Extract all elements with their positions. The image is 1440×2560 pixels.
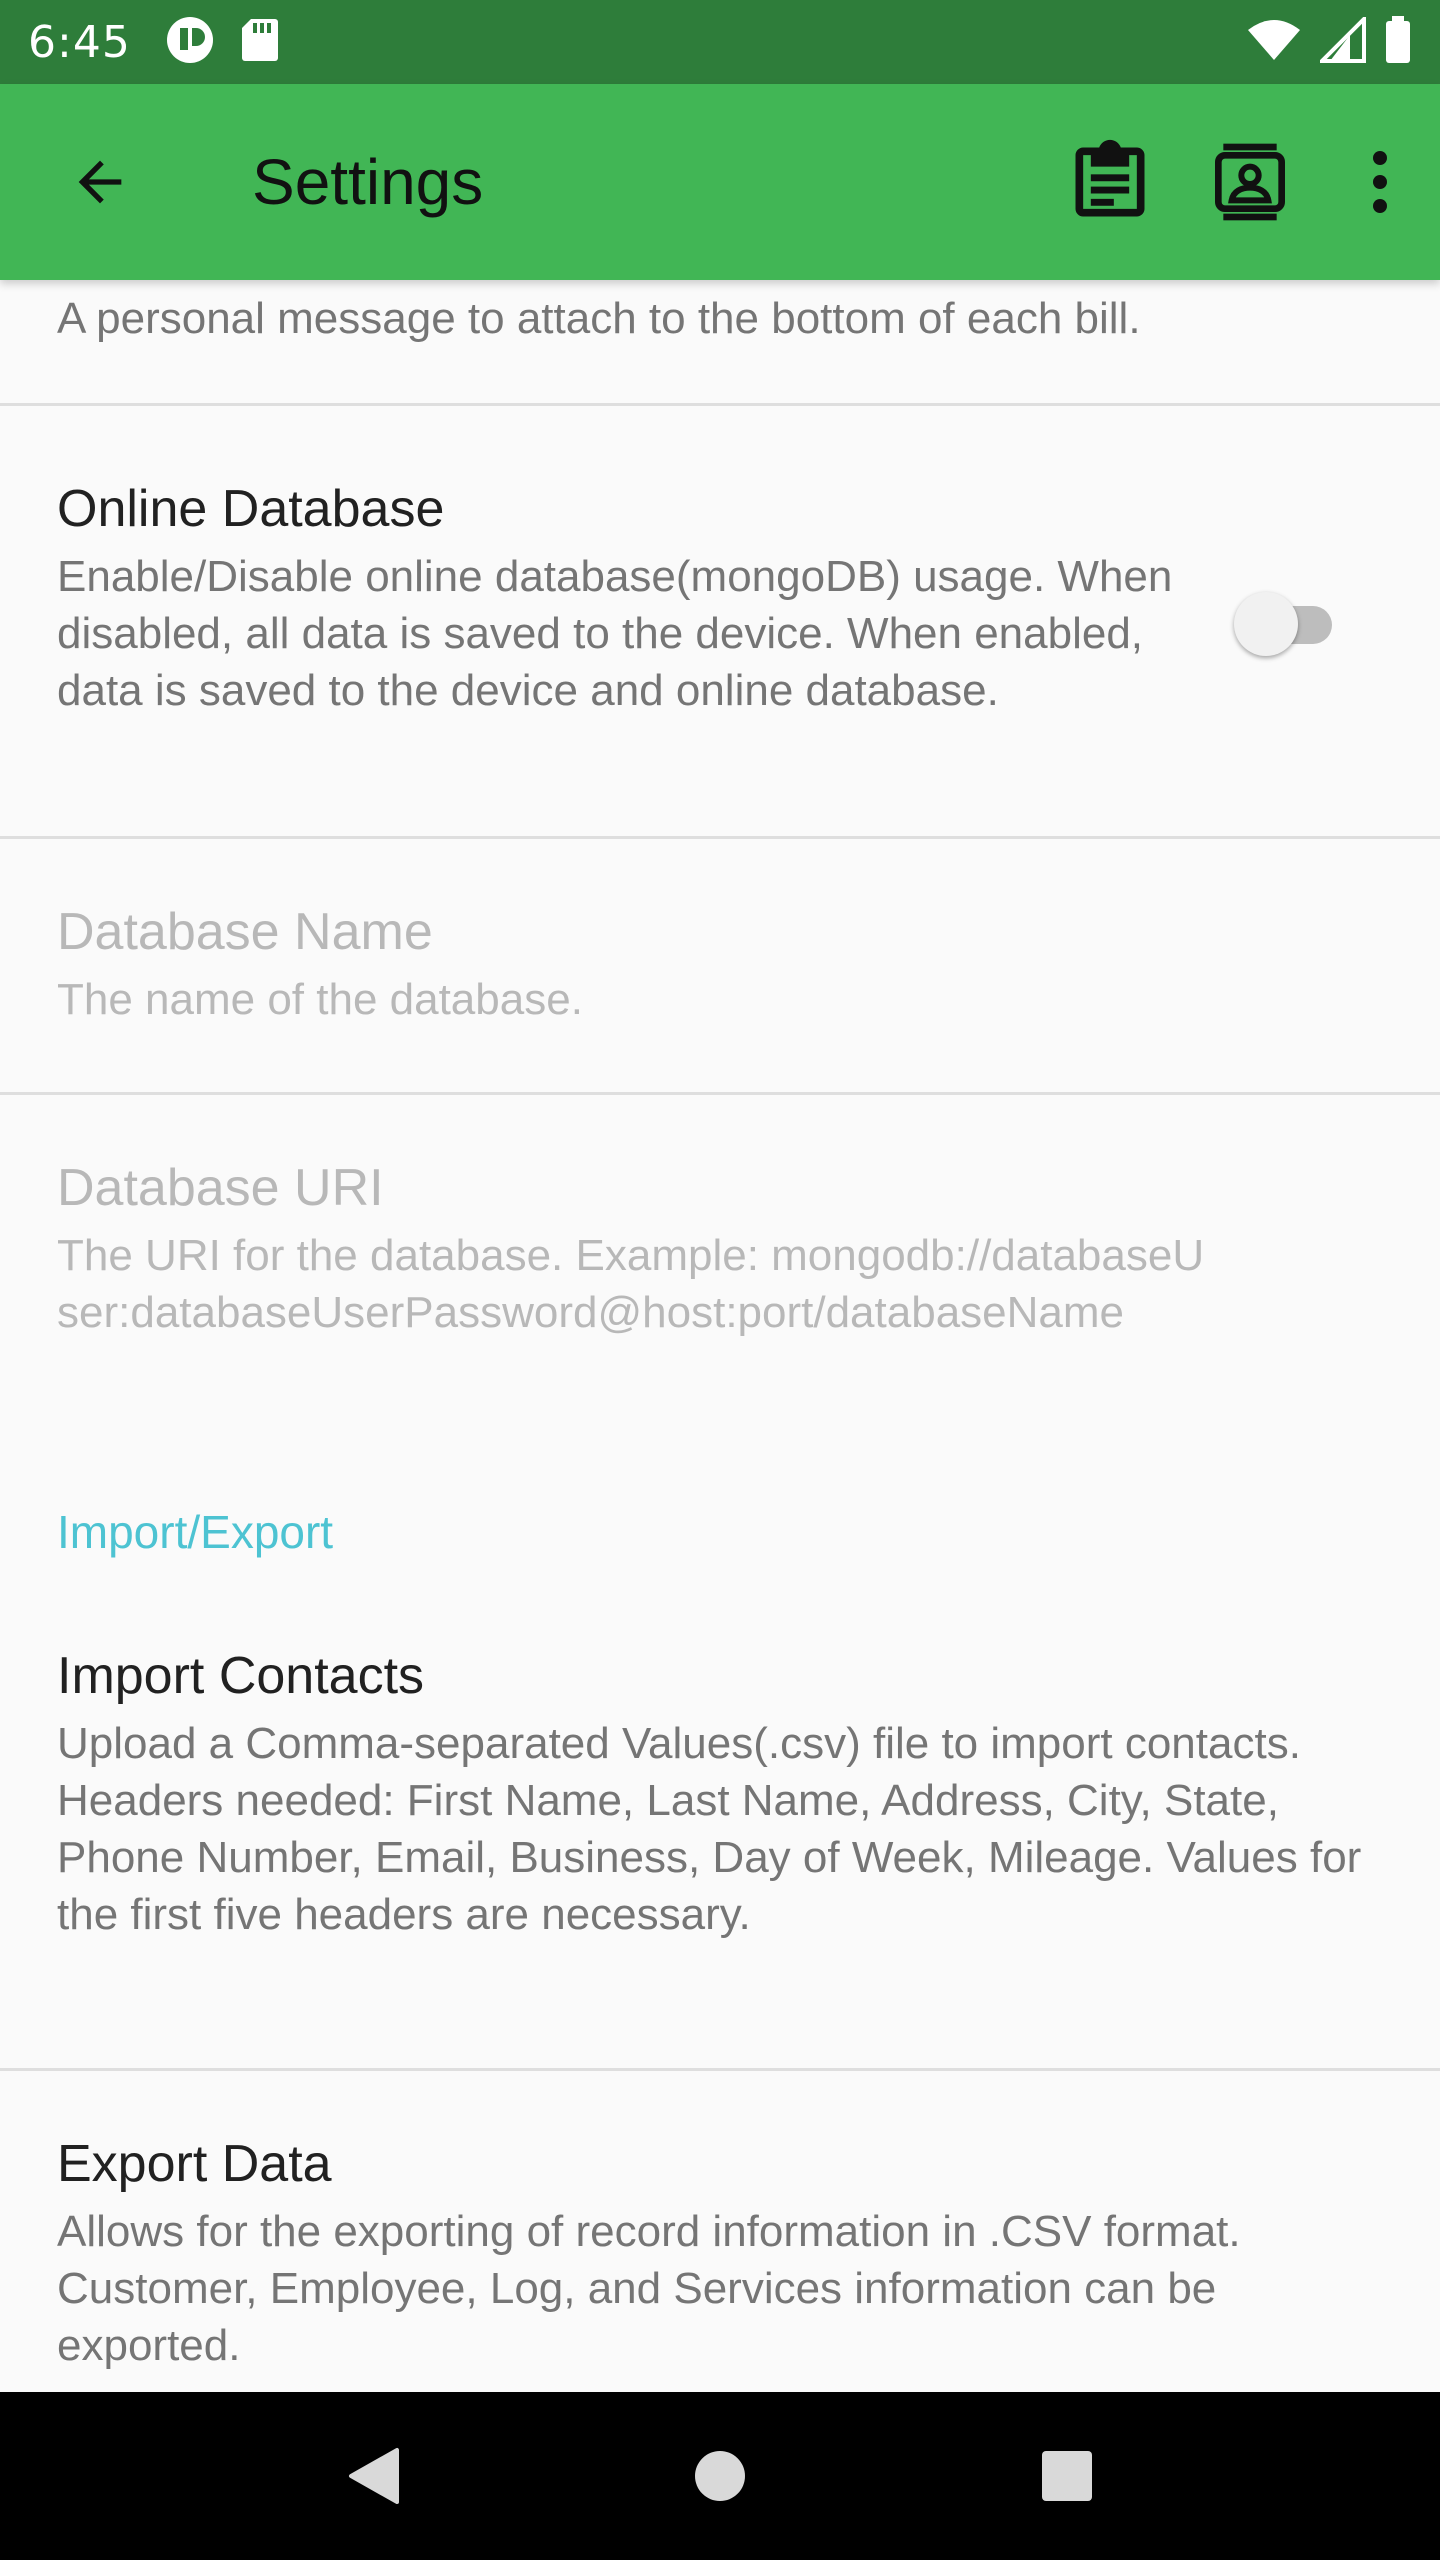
cell-signal-icon bbox=[1317, 14, 1366, 67]
pref-summary: Enable/Disable online database(mongoDB) … bbox=[57, 552, 1173, 715]
more-vert-icon bbox=[1373, 151, 1387, 213]
sd-card-icon bbox=[241, 17, 279, 67]
arrow-back-icon bbox=[78, 160, 122, 204]
online-database-switch[interactable] bbox=[1234, 589, 1344, 659]
wifi-icon bbox=[1246, 18, 1302, 66]
pref-title: Import Contacts bbox=[57, 1647, 425, 1705]
contacts-button[interactable] bbox=[1180, 112, 1320, 252]
pref-summary: Upload a Comma-separated Values(.csv) fi… bbox=[57, 1719, 1362, 1939]
back-button[interactable] bbox=[40, 122, 160, 242]
clipboard-icon bbox=[1075, 139, 1145, 217]
back-triangle-icon bbox=[349, 2448, 400, 2504]
nav-recents-button[interactable] bbox=[1007, 2416, 1127, 2536]
status-bar: 6:45 bbox=[0, 0, 1440, 84]
app-bar-actions bbox=[1040, 112, 1440, 252]
page-title: Settings bbox=[252, 146, 484, 218]
pref-export-data[interactable]: Export Data Allows for the exporting of … bbox=[0, 2071, 1440, 2392]
switch-thumb bbox=[1234, 592, 1298, 656]
recents-square-icon bbox=[1041, 2451, 1092, 2501]
more-options-button[interactable] bbox=[1320, 112, 1440, 252]
pref-summary: The URI for the database. Example: mongo… bbox=[57, 1231, 1205, 1337]
app-notification-icon bbox=[165, 15, 215, 69]
nav-home-button[interactable] bbox=[660, 2416, 780, 2536]
status-time: 6:45 bbox=[28, 16, 131, 68]
pref-online-database[interactable]: Online Database Enable/Disable online da… bbox=[0, 406, 1440, 836]
pref-title: Database Name bbox=[57, 903, 433, 961]
app-bar: Settings bbox=[0, 84, 1440, 280]
pref-summary: The name of the database. bbox=[57, 975, 583, 1024]
pref-summary: Allows for the exporting of record infor… bbox=[57, 2207, 1241, 2370]
system-nav-bar bbox=[0, 2392, 1440, 2560]
pref-import-contacts[interactable]: Import Contacts Upload a Comma-separated… bbox=[0, 1645, 1440, 2068]
contacts-icon bbox=[1215, 143, 1285, 221]
pref-database-name[interactable]: Database Name The name of the database. bbox=[0, 839, 1440, 1092]
category-import-export: Import/Export bbox=[0, 1505, 1440, 1645]
pref-title: Database URI bbox=[57, 1159, 384, 1217]
category-title: Import/Export bbox=[57, 1506, 334, 1558]
pref-bill-message[interactable]: A personal message to attach to the bott… bbox=[0, 280, 1440, 403]
battery-icon bbox=[1384, 16, 1412, 68]
pref-title: Online Database bbox=[57, 480, 445, 538]
pref-database-uri[interactable]: Database URI The URI for the database. E… bbox=[0, 1095, 1440, 1505]
status-right-icons bbox=[1246, 14, 1412, 68]
pref-summary: A personal message to attach to the bott… bbox=[57, 294, 1141, 343]
settings-list: A personal message to attach to the bott… bbox=[0, 280, 1440, 2392]
clipboard-button[interactable] bbox=[1040, 112, 1180, 252]
home-circle-icon bbox=[694, 2451, 745, 2501]
status-left-icons bbox=[165, 15, 279, 69]
pref-title: Export Data bbox=[57, 2135, 332, 2193]
nav-back-button[interactable] bbox=[313, 2416, 433, 2536]
